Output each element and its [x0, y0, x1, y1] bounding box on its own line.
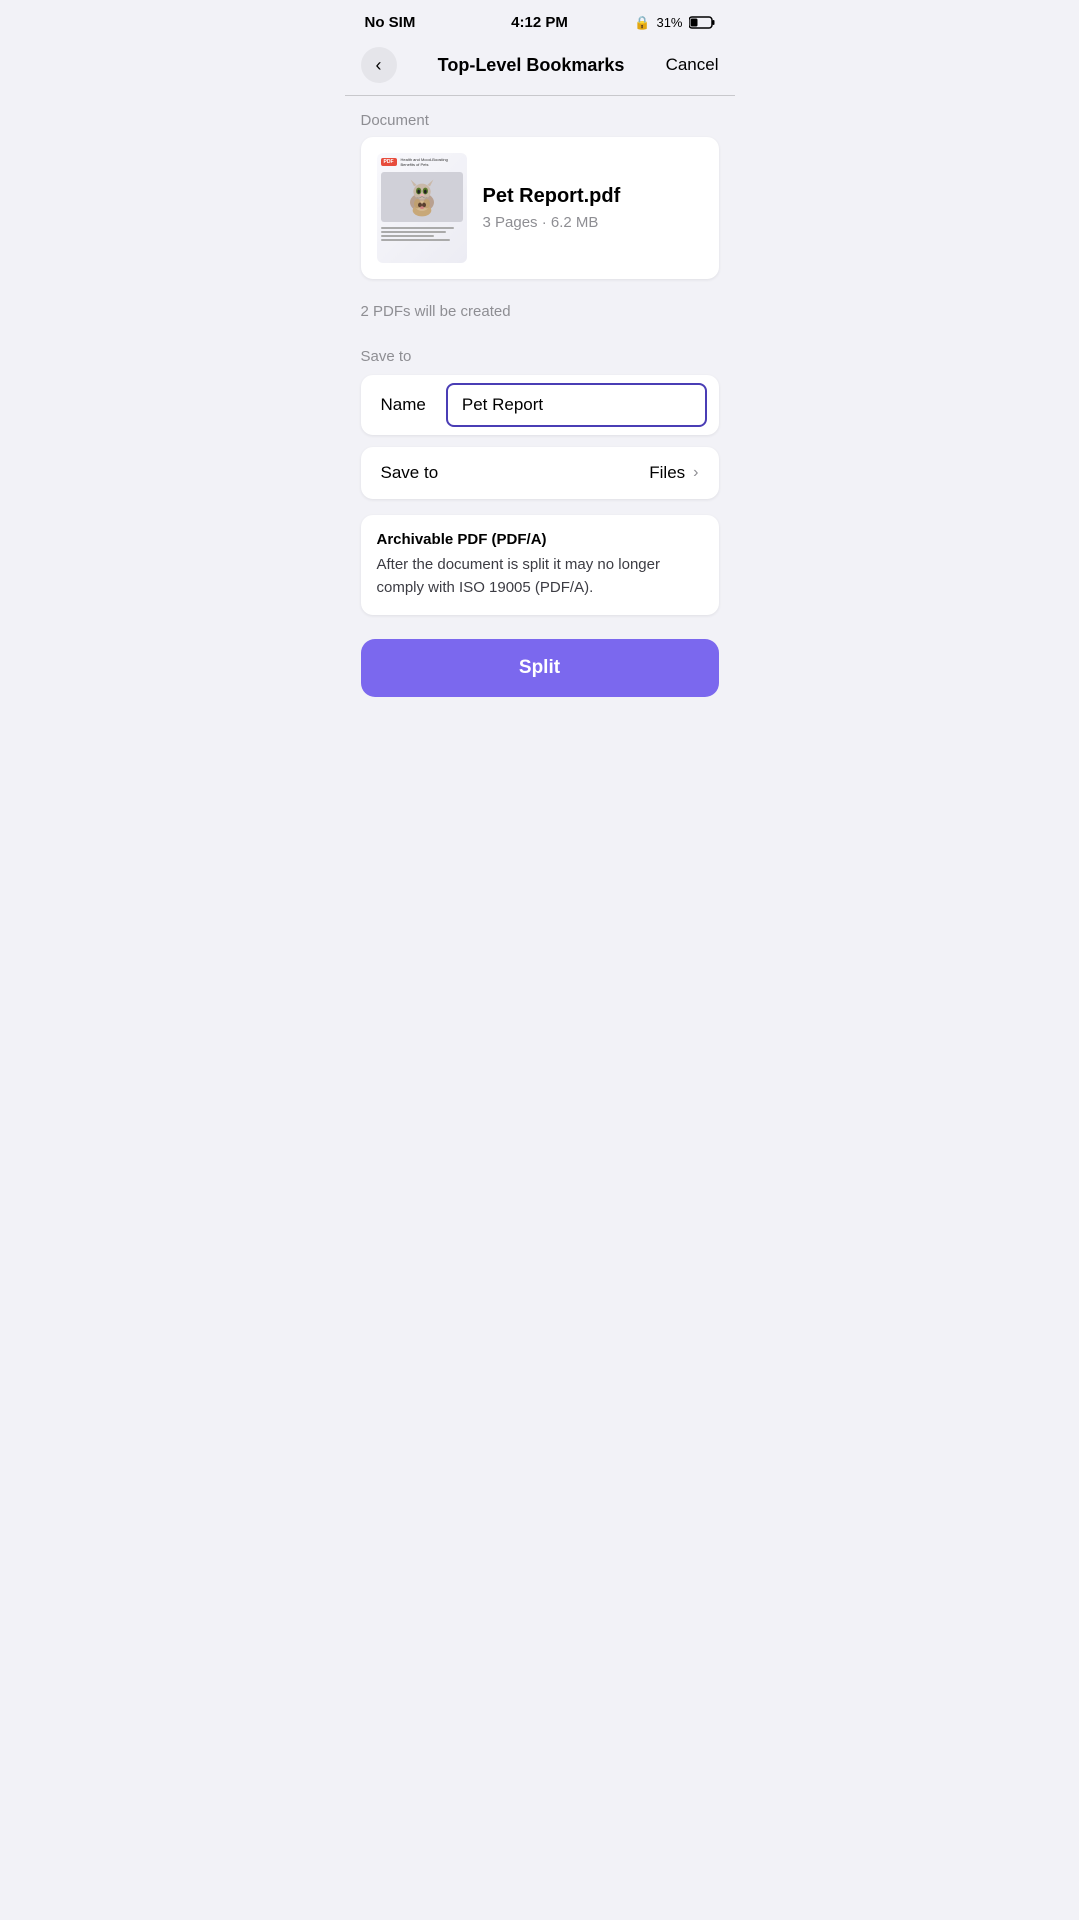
warning-text: After the document is split it may no lo… [377, 554, 703, 599]
document-section-label: Document [345, 96, 735, 137]
battery-icon [689, 16, 715, 29]
pdf-count-info: 2 PDFs will be created [345, 295, 735, 340]
warning-box: Archivable PDF (PDF/A) After the documen… [361, 515, 719, 615]
time-label: 4:12 PM [511, 14, 568, 31]
save-to-files-value: Files [649, 463, 685, 483]
pdf-badge: PDF [381, 158, 397, 166]
status-right: 🔒 31% [634, 15, 714, 31]
back-button[interactable]: ‹ [361, 47, 397, 83]
nav-bar: ‹ Top-Level Bookmarks Cancel [345, 39, 735, 95]
name-row: Name [361, 375, 719, 435]
save-to-files-row[interactable]: Save to Files › [361, 447, 719, 499]
thumb-image [381, 172, 463, 222]
warning-title: Archivable PDF (PDF/A) [377, 531, 703, 548]
carrier-label: No SIM [365, 14, 416, 31]
split-button[interactable]: Split [361, 639, 719, 697]
lock-icon: 🔒 [634, 15, 650, 31]
thumb-title: Health and Mood-BoostingBenefits of Pets [401, 157, 448, 167]
doc-name: Pet Report.pdf [483, 185, 621, 208]
save-to-files-label: Save to [381, 463, 439, 483]
nav-title: Top-Level Bookmarks [438, 55, 625, 76]
cat-svg [402, 177, 442, 217]
name-row-label: Name [361, 379, 446, 431]
save-to-files-right: Files › [649, 463, 698, 483]
thumb-text-lines [381, 227, 463, 241]
document-card: PDF Health and Mood-BoostingBenefits of … [361, 137, 719, 279]
status-bar: No SIM 4:12 PM 🔒 31% [345, 0, 735, 39]
battery-label: 31% [656, 15, 682, 30]
doc-meta: 3 Pages · 6.2 MB [483, 214, 621, 231]
name-input[interactable] [448, 385, 705, 425]
back-icon: ‹ [376, 55, 382, 76]
doc-thumbnail: PDF Health and Mood-BoostingBenefits of … [377, 153, 467, 263]
chevron-right-icon: › [693, 464, 698, 482]
name-input-wrapper [446, 383, 707, 427]
save-to-section-label: Save to [345, 340, 735, 375]
doc-info: Pet Report.pdf 3 Pages · 6.2 MB [483, 185, 621, 231]
cancel-button[interactable]: Cancel [666, 55, 719, 75]
